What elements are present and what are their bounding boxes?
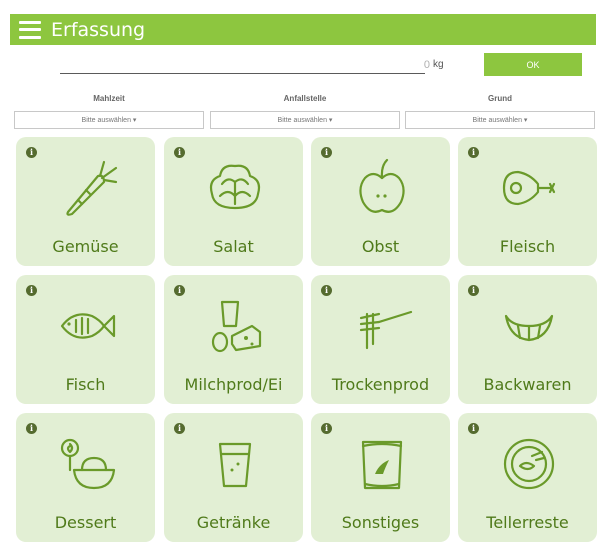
info-icon[interactable]: i: [321, 147, 332, 158]
info-icon[interactable]: i: [468, 147, 479, 158]
anfallstelle-label: Anfallstelle: [283, 94, 327, 103]
lettuce-icon: [209, 164, 261, 210]
package-icon: [361, 440, 403, 490]
info-icon[interactable]: i: [26, 147, 37, 158]
weight-unit: kg: [433, 59, 444, 70]
info-icon[interactable]: i: [174, 285, 185, 296]
tile-label: Getränke: [196, 513, 271, 532]
anfallstelle-select[interactable]: Bitte auswählen ▾: [210, 111, 400, 129]
category-tile-dessert[interactable]: i Dessert: [16, 413, 155, 542]
tile-label: Fleisch: [499, 237, 556, 256]
grund-select[interactable]: Bitte auswählen ▾: [405, 111, 595, 129]
tile-label: Dessert: [54, 513, 117, 532]
info-icon[interactable]: i: [468, 423, 479, 434]
croissant-icon: [504, 314, 554, 342]
weight-value[interactable]: 0: [418, 59, 430, 71]
tile-label: Milchprod/Ei: [184, 375, 283, 394]
grund-label: Grund: [488, 94, 512, 103]
plate-waste-icon: [503, 438, 555, 490]
info-icon[interactable]: i: [321, 285, 332, 296]
ham-icon: [502, 170, 556, 206]
carrot-icon: [66, 160, 118, 216]
category-tile-milchprod[interactable]: i Milchprod/Ei: [164, 275, 303, 404]
tile-label: Tellerreste: [486, 513, 569, 532]
info-icon[interactable]: i: [468, 285, 479, 296]
hamburger-menu-icon[interactable]: [19, 20, 41, 39]
info-icon[interactable]: i: [321, 423, 332, 434]
dairy-egg-icon: [211, 300, 262, 353]
tile-label: Salat: [213, 237, 254, 256]
tile-label: Sonstiges: [341, 513, 420, 532]
tile-label: Backwaren: [483, 375, 572, 394]
category-tile-backwaren[interactable]: i Backwaren: [458, 275, 597, 404]
dessert-icon: [60, 438, 116, 490]
category-tile-obst[interactable]: i Obst: [311, 137, 450, 266]
fish-icon: [60, 313, 116, 339]
category-tile-salat[interactable]: i Salat: [164, 137, 303, 266]
tile-label: Fisch: [65, 375, 106, 394]
tile-label: Obst: [361, 237, 400, 256]
info-icon[interactable]: i: [174, 423, 185, 434]
category-tile-getraenke[interactable]: i Getränke: [164, 413, 303, 542]
category-tile-fleisch[interactable]: i Fleisch: [458, 137, 597, 266]
pasta-fork-icon: [359, 310, 413, 350]
category-tile-gemuese[interactable]: i Gemüse: [16, 137, 155, 266]
app-header: Erfassung: [10, 14, 596, 45]
page-title: Erfassung: [51, 18, 146, 41]
tile-label: Gemüse: [52, 237, 119, 256]
category-tile-trockenprod[interactable]: i Trockenprod: [311, 275, 450, 404]
category-tile-tellerreste[interactable]: i Tellerreste: [458, 413, 597, 542]
tile-label: Trockenprod: [331, 375, 430, 394]
apple-icon: [359, 158, 405, 213]
ok-button[interactable]: OK: [484, 53, 582, 76]
info-icon[interactable]: i: [26, 285, 37, 296]
category-tile-sonstiges[interactable]: i Sonstiges: [311, 413, 450, 542]
mahlzeit-select[interactable]: Bitte auswählen ▾: [14, 111, 204, 129]
weight-input[interactable]: [60, 73, 425, 74]
category-tile-fisch[interactable]: i Fisch: [16, 275, 155, 404]
mahlzeit-label: Mahlzeit: [93, 94, 125, 103]
info-icon[interactable]: i: [174, 147, 185, 158]
glass-icon: [218, 442, 252, 488]
info-icon[interactable]: i: [26, 423, 37, 434]
